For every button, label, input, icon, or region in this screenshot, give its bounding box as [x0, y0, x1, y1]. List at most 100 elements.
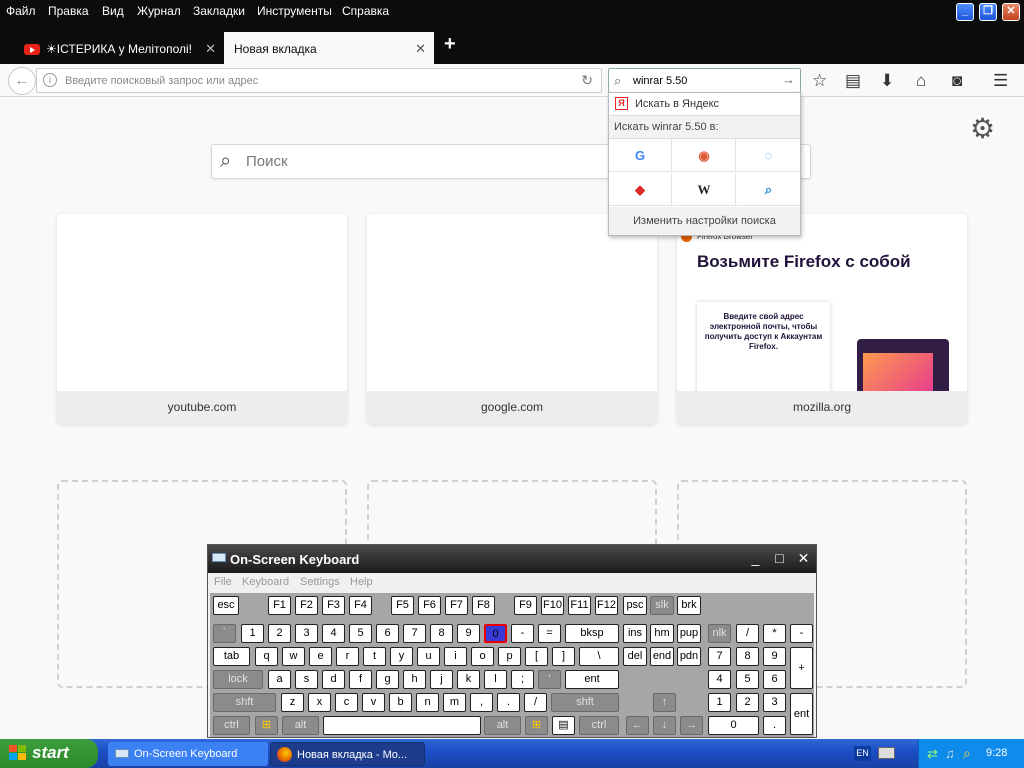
key-f9[interactable]: F9 — [514, 596, 537, 615]
change-search-settings[interactable]: Изменить настройки поиска — [609, 207, 800, 235]
osk-close-button[interactable]: ✕ — [794, 550, 813, 568]
windows-key-icon[interactable]: ⊞ — [255, 716, 278, 735]
page-search-input[interactable] — [246, 153, 566, 170]
keyboard-tray-icon[interactable] — [878, 747, 895, 759]
key-i[interactable]: i — [444, 647, 467, 666]
key-f7[interactable]: F7 — [445, 596, 468, 615]
key-num-2[interactable]: 2 — [736, 693, 759, 712]
key-6[interactable]: 6 — [376, 624, 399, 643]
restore-button[interactable]: ❐ — [979, 3, 997, 21]
key-a[interactable]: a — [268, 670, 291, 689]
key-4[interactable]: 4 — [322, 624, 345, 643]
key-ins[interactable]: ins — [623, 624, 647, 643]
key-7[interactable]: 7 — [403, 624, 426, 643]
key-r[interactable]: r — [336, 647, 359, 666]
key-num-6[interactable]: 6 — [763, 670, 786, 689]
key-minus[interactable]: - — [511, 624, 534, 643]
network-icon[interactable]: ⇄ — [927, 746, 938, 762]
key-nlk[interactable]: nlk — [708, 624, 731, 643]
menu-help[interactable]: Справка — [342, 4, 389, 18]
tab-close-icon[interactable]: ✕ — [205, 41, 216, 57]
key-f4[interactable]: F4 — [349, 596, 372, 615]
menu-file[interactable]: Файл — [6, 4, 36, 18]
key-v[interactable]: v — [362, 693, 385, 712]
red-engine-button[interactable]: ◆ — [609, 173, 672, 206]
key-num-7[interactable]: 7 — [708, 647, 731, 666]
key-tab[interactable]: tab — [213, 647, 250, 666]
gear-icon[interactable]: ⚙ — [970, 112, 995, 145]
key-hm[interactable]: hm — [650, 624, 674, 643]
key-1[interactable]: 1 — [241, 624, 264, 643]
url-bar[interactable]: i ↻ — [36, 68, 602, 93]
key-comma[interactable]: , — [470, 693, 493, 712]
minimize-button[interactable]: _ — [956, 3, 974, 21]
search-go-icon[interactable]: → — [782, 72, 795, 87]
key-5[interactable]: 5 — [349, 624, 372, 643]
key-num-8[interactable]: 8 — [736, 647, 759, 666]
key-quote[interactable]: ' — [538, 670, 561, 689]
key-end[interactable]: end — [650, 647, 674, 666]
key-num-3[interactable]: 3 — [763, 693, 786, 712]
other-engine-button[interactable]: ◌ — [737, 139, 800, 172]
downloads-icon[interactable]: ⬇ — [880, 71, 894, 91]
key-left-arrow[interactable]: ← — [626, 716, 649, 735]
tab-new[interactable]: Новая вкладка ✕ — [224, 32, 434, 64]
url-input[interactable] — [65, 72, 565, 90]
key-n[interactable]: n — [416, 693, 439, 712]
key-left-ctrl[interactable]: ctrl — [213, 716, 250, 735]
key-k[interactable]: k — [457, 670, 480, 689]
taskbar-item-osk[interactable]: On-Screen Keyboard — [108, 742, 268, 766]
key-space[interactable] — [323, 716, 481, 735]
key-del[interactable]: del — [623, 647, 647, 666]
tab-close-icon[interactable]: ✕ — [415, 41, 426, 57]
key-slash[interactable]: / — [524, 693, 547, 712]
key-num-5[interactable]: 5 — [736, 670, 759, 689]
key-f11[interactable]: F11 — [568, 596, 591, 615]
search-bar-value[interactable]: winrar 5.50 — [633, 75, 687, 87]
menu-edit[interactable]: Правка — [48, 4, 89, 18]
menu-history[interactable]: Журнал — [137, 4, 181, 18]
tab-youtube[interactable]: ☀ІСТЕРИКА у Мелітополі! К... ✕ — [14, 32, 224, 64]
hamburger-menu-icon[interactable]: ☰ — [993, 71, 1008, 91]
key-t[interactable]: t — [363, 647, 386, 666]
key-d[interactable]: d — [322, 670, 345, 689]
key-9[interactable]: 9 — [457, 624, 480, 643]
back-button[interactable]: ← — [8, 67, 36, 95]
start-button[interactable]: start — [0, 739, 98, 768]
pocket-icon[interactable]: ◙ — [952, 71, 962, 91]
osk-menu-settings[interactable]: Settings — [300, 576, 340, 588]
osk-menu-file[interactable]: File — [214, 576, 232, 588]
key-p[interactable]: p — [498, 647, 521, 666]
key-u[interactable]: u — [417, 647, 440, 666]
key-m[interactable]: m — [443, 693, 466, 712]
volume-icon[interactable]: ♫ — [945, 746, 955, 761]
key-f1[interactable]: F1 — [268, 596, 291, 615]
search-with-yandex[interactable]: Я Искать в Яндекс — [609, 93, 800, 115]
menu-view[interactable]: Вид — [102, 4, 124, 18]
key-down-arrow[interactable]: ↓ — [653, 716, 676, 735]
key-esc[interactable]: esc — [213, 596, 239, 615]
key-x[interactable]: x — [308, 693, 331, 712]
key-right-alt[interactable]: alt — [484, 716, 521, 735]
menu-bookmarks[interactable]: Закладки — [193, 4, 245, 18]
key-f5[interactable]: F5 — [391, 596, 414, 615]
key-period[interactable]: . — [497, 693, 520, 712]
top-site-youtube[interactable]: youtube.com — [57, 214, 347, 424]
top-site-mozilla[interactable]: Firefox Browser Возьмите Firefox с собой… — [677, 214, 967, 424]
top-site-google[interactable]: google.com — [367, 214, 657, 424]
bookmark-star-icon[interactable]: ☆ — [812, 71, 827, 91]
key-w[interactable]: w — [282, 647, 305, 666]
key-backslash[interactable]: \ — [579, 647, 619, 666]
key-left-alt[interactable]: alt — [282, 716, 319, 735]
key-f12[interactable]: F12 — [595, 596, 618, 615]
key-left-bracket[interactable]: [ — [525, 647, 548, 666]
osk-menu-keyboard[interactable]: Keyboard — [242, 576, 289, 588]
osk-menu-help[interactable]: Help — [350, 576, 373, 588]
key-num-9[interactable]: 9 — [763, 647, 786, 666]
key-backtick[interactable]: ` — [213, 624, 236, 643]
key-3[interactable]: 3 — [295, 624, 318, 643]
key-0[interactable]: 0 — [484, 624, 507, 643]
key-q[interactable]: q — [255, 647, 278, 666]
key-8[interactable]: 8 — [430, 624, 453, 643]
key-equals[interactable]: = — [538, 624, 561, 643]
